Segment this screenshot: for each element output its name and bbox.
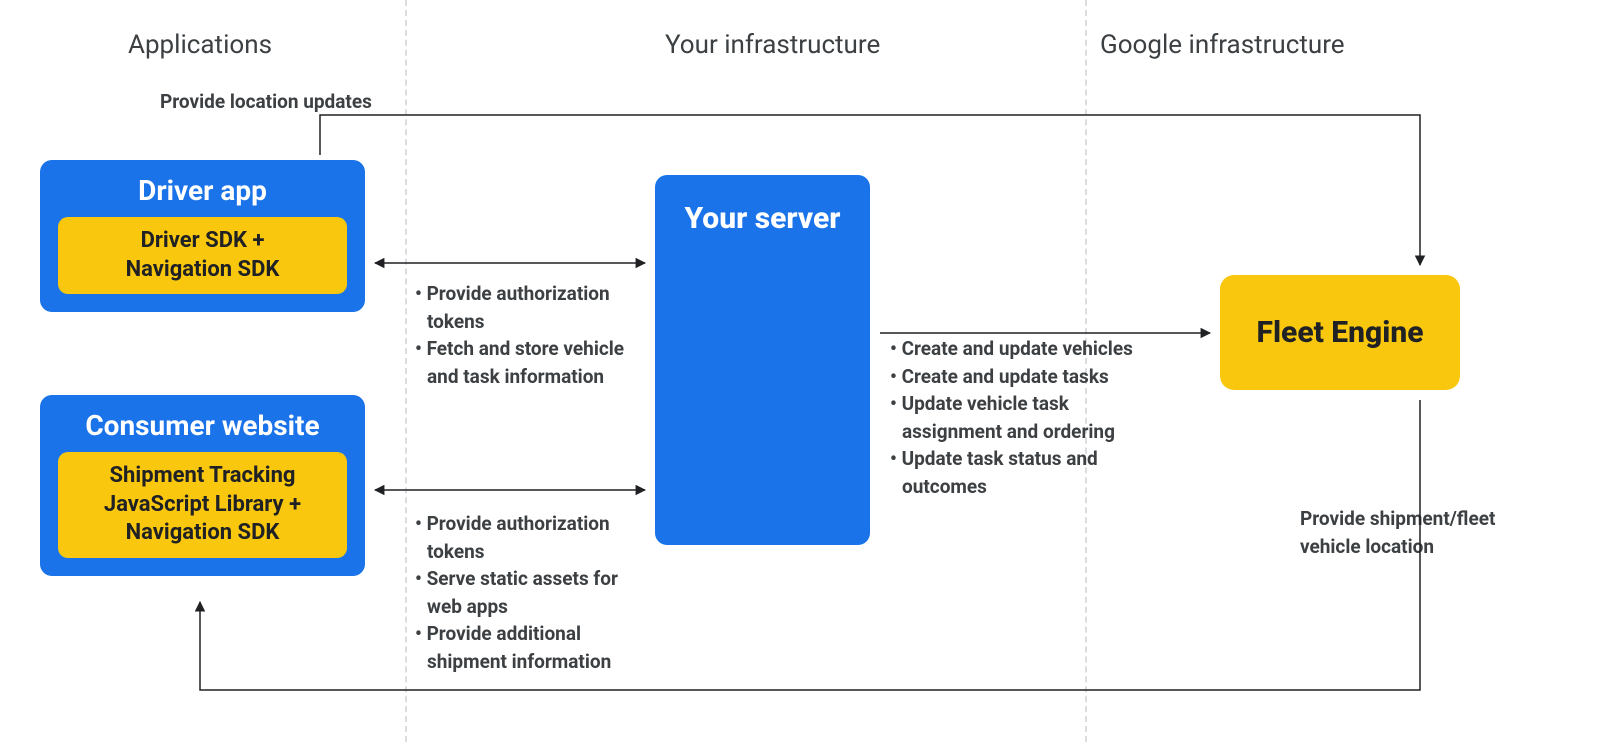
edge-label-text: Serve static assets for web apps bbox=[427, 567, 618, 618]
bullet: • Serve static assets for web apps bbox=[415, 565, 645, 620]
fleet-engine-title: Fleet Engine bbox=[1257, 315, 1424, 350]
section-your-infrastructure: Your infrastructure bbox=[665, 30, 880, 60]
bullet: • Create and update vehicles bbox=[890, 335, 1150, 363]
edge-label-text: Create and update vehicles bbox=[902, 337, 1133, 360]
edge-label-text: Provide additional shipment information bbox=[427, 622, 612, 673]
consumer-website-sdk-text: Shipment Tracking JavaScript Library + N… bbox=[104, 463, 301, 545]
section-google-infrastructure: Google infrastructure bbox=[1100, 30, 1345, 60]
bullet: • Update task status and outcomes bbox=[890, 445, 1150, 500]
edge-label-consumer-server: • Provide authorization tokens • Serve s… bbox=[415, 510, 645, 675]
node-your-server: Your server bbox=[655, 175, 870, 545]
edge-label-text: Update task status and outcomes bbox=[902, 447, 1098, 498]
driver-app-title: Driver app bbox=[58, 174, 347, 207]
edge-label-text: Provide authorization tokens bbox=[427, 282, 610, 333]
bullet: • Update vehicle task assignment and ord… bbox=[890, 390, 1150, 445]
arrow-driver-fleet bbox=[320, 115, 1420, 265]
edge-label-fleet-consumer: Provide shipment/fleet vehicle location bbox=[1300, 505, 1560, 560]
node-driver-app: Driver app Driver SDK + Navigation SDK bbox=[40, 160, 365, 312]
bullet: • Provide authorization tokens bbox=[415, 510, 645, 565]
consumer-website-title: Consumer website bbox=[58, 409, 347, 442]
divider-apps-infra bbox=[405, 0, 407, 742]
driver-app-sdk-text: Driver SDK + Navigation SDK bbox=[126, 228, 280, 282]
edge-label-text: Update vehicle task assignment and order… bbox=[902, 392, 1115, 443]
edge-label-text: Create and update tasks bbox=[902, 365, 1109, 388]
architecture-diagram: Applications Your infrastructure Google … bbox=[0, 0, 1602, 742]
node-fleet-engine: Fleet Engine bbox=[1220, 275, 1460, 390]
bullet: • Fetch and store vehicle and task infor… bbox=[415, 335, 645, 390]
bullet: • Provide authorization tokens bbox=[415, 280, 645, 335]
node-consumer-website: Consumer website Shipment Tracking JavaS… bbox=[40, 395, 365, 576]
section-applications: Applications bbox=[128, 30, 272, 60]
consumer-website-sdk-box: Shipment Tracking JavaScript Library + N… bbox=[58, 452, 347, 558]
bullet: • Provide additional shipment informatio… bbox=[415, 620, 645, 675]
edge-label-server-fleet: • Create and update vehicles • Create an… bbox=[890, 335, 1150, 500]
edge-label-text: Provide authorization tokens bbox=[427, 512, 610, 563]
driver-app-sdk-box: Driver SDK + Navigation SDK bbox=[58, 217, 347, 294]
edge-label-text: Fetch and store vehicle and task informa… bbox=[427, 337, 624, 388]
your-server-title: Your server bbox=[685, 201, 841, 236]
edge-label-driver-server: • Provide authorization tokens • Fetch a… bbox=[415, 280, 645, 390]
bullet: • Create and update tasks bbox=[890, 363, 1150, 391]
edge-label-driver-to-fleet: Provide location updates bbox=[160, 88, 372, 116]
